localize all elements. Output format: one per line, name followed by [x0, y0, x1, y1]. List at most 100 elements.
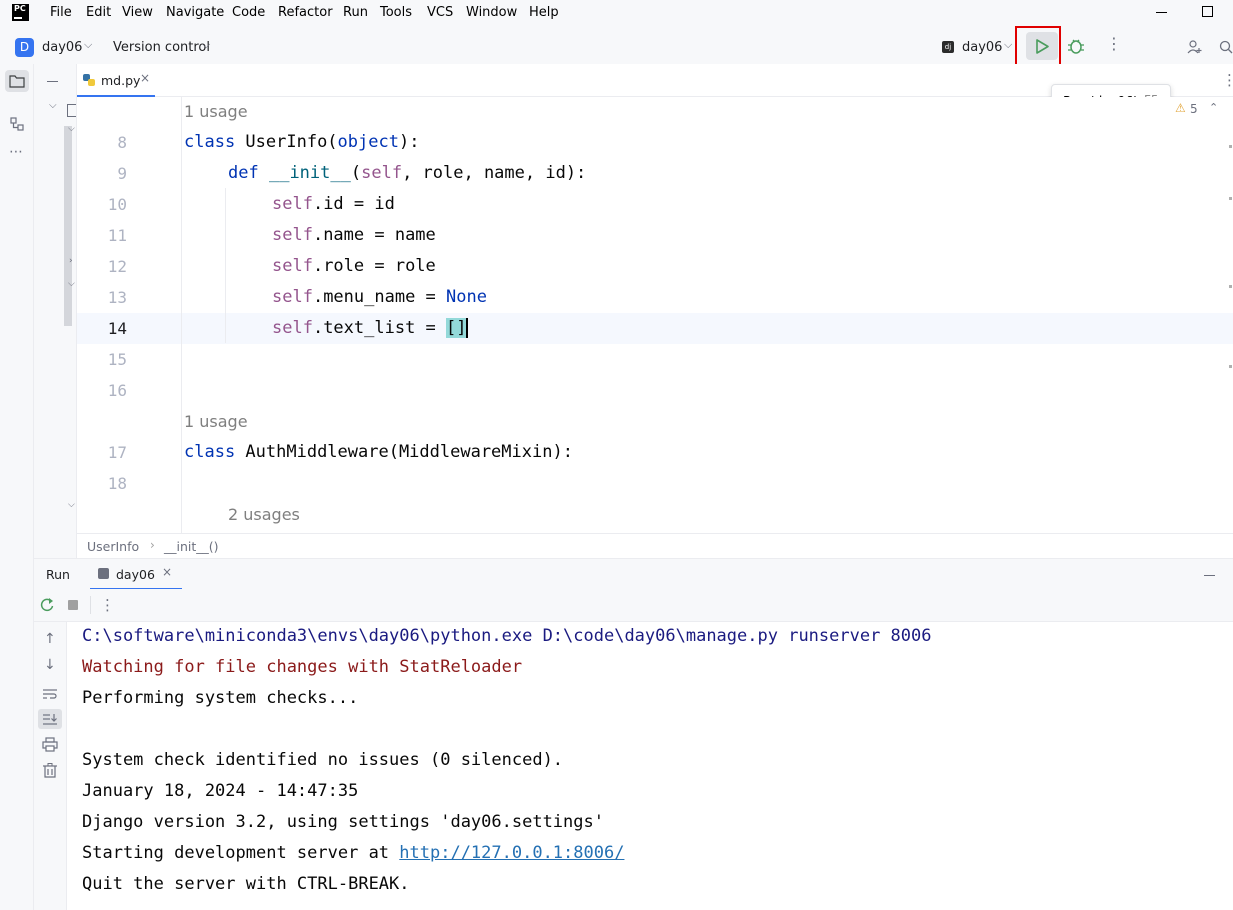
- search-icon[interactable]: [1219, 40, 1233, 54]
- menu-run[interactable]: Run: [343, 5, 368, 20]
- add-user-icon[interactable]: [1187, 39, 1203, 55]
- menu-code[interactable]: Code: [232, 5, 265, 20]
- print-icon[interactable]: [42, 737, 58, 753]
- gutter-separator: [181, 97, 182, 533]
- line-number: 10: [107, 195, 127, 214]
- current-line-highlight: [77, 313, 1233, 344]
- app-logo: PC: [12, 4, 29, 21]
- menu-file[interactable]: File: [50, 5, 72, 20]
- code-editor[interactable]: 1 usage 8 class UserInfo(object): 9 def …: [77, 97, 1233, 533]
- error-stripe-marker[interactable]: [1229, 365, 1232, 368]
- code-line: self.role = role: [272, 256, 436, 276]
- menu-vcs[interactable]: VCS: [427, 5, 453, 20]
- console-line: January 18, 2024 - 14:47:35: [82, 781, 359, 801]
- project-name[interactable]: day06: [42, 40, 82, 55]
- close-icon[interactable]: ×: [140, 71, 150, 85]
- collapse-panel-icon[interactable]: [47, 81, 58, 82]
- rerun-icon[interactable]: [39, 597, 55, 613]
- tab-label: day06: [116, 567, 155, 582]
- line-number: 8: [117, 133, 127, 152]
- error-stripe-marker[interactable]: [1229, 285, 1232, 288]
- menu-navigate[interactable]: Navigate: [166, 5, 224, 20]
- console-line: Performing system checks...: [82, 688, 359, 708]
- usage-hint[interactable]: 2 usages: [228, 505, 300, 524]
- line-number: 17: [107, 443, 127, 462]
- trash-icon[interactable]: [42, 763, 58, 779]
- vcs-widget[interactable]: Version control: [113, 40, 210, 55]
- chevron-down-icon[interactable]: ⌵: [68, 279, 75, 289]
- chevron-down-icon[interactable]: ⌵: [84, 38, 92, 52]
- debug-icon[interactable]: [1067, 37, 1085, 55]
- menu-help[interactable]: Help: [529, 5, 559, 20]
- breadcrumb-item[interactable]: __init__(): [164, 539, 219, 554]
- code-line: def __init__(self, role, name, id):: [228, 163, 587, 183]
- tab-run-day06[interactable]: day06 ×: [90, 559, 182, 590]
- arrow-down-icon[interactable]: ↓: [44, 657, 56, 673]
- django-icon: [98, 568, 109, 579]
- scrollbar[interactable]: [64, 126, 72, 326]
- menu-edit[interactable]: Edit: [86, 5, 111, 20]
- stop-icon[interactable]: [68, 600, 78, 610]
- structure-icon[interactable]: [10, 117, 24, 131]
- django-icon: dj: [942, 41, 954, 53]
- chevron-down-icon[interactable]: ⌵: [68, 500, 75, 510]
- soft-wrap-icon[interactable]: [42, 687, 58, 701]
- chevron-down-icon[interactable]: ⌵: [202, 38, 210, 52]
- line-number: 15: [107, 350, 127, 369]
- python-file-icon: [83, 74, 95, 86]
- more-options-icon[interactable]: ⋮: [1106, 36, 1122, 52]
- run-side-toolbar: ↑ ↓: [34, 622, 67, 910]
- minimize-icon[interactable]: [1156, 12, 1167, 13]
- project-view-button[interactable]: [5, 70, 29, 92]
- folder-icon: [9, 75, 25, 88]
- warning-icon: ⚠: [1175, 101, 1186, 115]
- scroll-to-end-button[interactable]: [38, 709, 62, 729]
- more-tools-icon[interactable]: ⋯: [9, 144, 23, 160]
- menu-view[interactable]: View: [122, 5, 153, 20]
- file-icon: [67, 104, 76, 117]
- line-number: 11: [107, 226, 127, 245]
- run-config-selector[interactable]: day06: [962, 40, 1002, 55]
- menu-refactor[interactable]: Refactor: [278, 5, 333, 20]
- code-line: class AuthMiddleware(MiddlewareMixin):: [184, 442, 573, 462]
- code-line: class UserInfo(object):: [184, 132, 420, 152]
- chevron-up-icon[interactable]: ⌃: [1209, 101, 1218, 114]
- arrow-up-icon[interactable]: ↑: [44, 631, 56, 647]
- menu-tools[interactable]: Tools: [380, 5, 412, 20]
- maximize-icon[interactable]: [1202, 6, 1213, 17]
- scroll-to-end-icon: [43, 714, 57, 725]
- line-number: 16: [107, 381, 127, 400]
- console-line: C:\software\miniconda3\envs\day06\python…: [82, 626, 932, 646]
- usage-hint[interactable]: 1 usage: [184, 412, 248, 431]
- console-line: Starting development server at http://12…: [82, 843, 624, 863]
- close-icon[interactable]: ×: [162, 565, 172, 579]
- server-url-link[interactable]: http://127.0.0.1:8006/: [399, 843, 624, 863]
- project-badge[interactable]: D: [15, 38, 34, 57]
- more-options-icon[interactable]: ⋮: [1222, 71, 1233, 89]
- chevron-right-icon: ›: [150, 538, 155, 552]
- inspection-widget[interactable]: ⚠ 5 ⌃: [1175, 101, 1231, 119]
- minimize-icon[interactable]: [1204, 575, 1215, 576]
- menu-window[interactable]: Window: [466, 5, 517, 20]
- main-toolbar: D day06 ⌵ Version control ⌵ dj day06 ⌵ ⋮: [0, 26, 1233, 66]
- chevron-right-icon[interactable]: ›: [69, 256, 73, 266]
- run-console[interactable]: C:\software\miniconda3\envs\day06\python…: [67, 622, 1233, 910]
- toolbar-separator: [90, 596, 91, 614]
- console-line: Watching for file changes with StatReloa…: [82, 657, 523, 677]
- error-stripe-marker[interactable]: [1229, 197, 1232, 200]
- chevron-down-icon[interactable]: ⌵: [1004, 38, 1012, 52]
- warning-count: 5: [1190, 102, 1198, 116]
- console-line: Django version 3.2, using settings 'day0…: [82, 812, 604, 832]
- usage-hint[interactable]: 1 usage: [184, 102, 248, 121]
- error-stripe-marker[interactable]: [1229, 145, 1232, 148]
- breadcrumb-item[interactable]: UserInfo: [87, 539, 139, 554]
- code-line: self.name = name: [272, 225, 436, 245]
- line-number: 12: [107, 257, 127, 276]
- run-toolbar: ⋮: [34, 589, 1233, 622]
- more-options-icon[interactable]: ⋮: [100, 596, 115, 614]
- tab-md-py[interactable]: md.py ×: [77, 64, 155, 97]
- project-panel: ⌵ ⌵ › ⌵ ⌵: [34, 64, 77, 558]
- chevron-down-icon[interactable]: ⌵: [49, 100, 57, 111]
- tab-label: md.py: [101, 73, 141, 88]
- chevron-down-icon[interactable]: ⌵: [68, 124, 75, 134]
